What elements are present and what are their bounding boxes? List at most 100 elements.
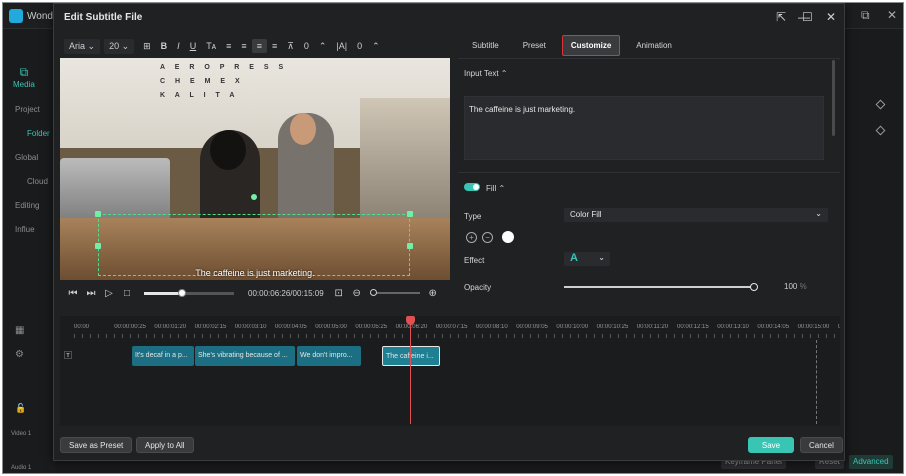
- lock-icon[interactable]: 🔓: [15, 403, 26, 414]
- media-tab[interactable]: ⧉ Media: [13, 65, 35, 89]
- align-center-selected-icon[interactable]: ≡: [251, 39, 267, 53]
- tab-customize[interactable]: Customize: [561, 34, 621, 56]
- underline-icon[interactable]: U: [185, 39, 202, 53]
- panel-item-cloud[interactable]: Cloud: [27, 177, 48, 186]
- subtitle-clip-selected[interactable]: The caffeine i...: [382, 346, 440, 366]
- opacity-knob[interactable]: [750, 283, 758, 291]
- cancel-button[interactable]: Cancel: [800, 437, 843, 453]
- opacity-slider[interactable]: [564, 283, 758, 291]
- app-close-icon[interactable]: ✕: [887, 8, 897, 22]
- subtitle-overlay[interactable]: The caffeine is just marketing.: [60, 268, 450, 278]
- fit-icon[interactable]: ⊡: [330, 288, 348, 299]
- input-text-label[interactable]: Input Text ⌃: [464, 69, 507, 78]
- panel-item-editing[interactable]: Editing: [15, 201, 39, 210]
- panel-item-global[interactable]: Global: [15, 153, 38, 162]
- align-center-icon[interactable]: ≡: [236, 39, 251, 53]
- panel-item-influence[interactable]: Influe: [15, 225, 35, 234]
- remove-color-icon[interactable]: −: [482, 232, 493, 243]
- line-spacing-icon[interactable]: |A|: [331, 39, 352, 53]
- align-justify-icon[interactable]: ≡: [267, 39, 282, 53]
- save-as-preset-button[interactable]: Save as Preset: [60, 437, 133, 453]
- ruler-label: 00:00:09:05: [516, 324, 548, 330]
- line-stepper-icon[interactable]: ⌃: [367, 39, 385, 54]
- seek-bar[interactable]: [144, 288, 234, 297]
- playhead[interactable]: [406, 316, 415, 424]
- advanced-button[interactable]: Advanced: [849, 455, 893, 469]
- stop-icon[interactable]: □: [118, 288, 136, 299]
- baseline-icon[interactable]: ⊼: [282, 39, 299, 54]
- effect-select[interactable]: A ⌄: [564, 252, 610, 266]
- app-left-panel: ⧉ Media Project Folder Global Cloud Editi…: [3, 29, 55, 473]
- resize-handle[interactable]: [407, 243, 413, 249]
- case-icon[interactable]: ⊞: [138, 39, 156, 54]
- subtitle-clip[interactable]: We don't impro...: [297, 346, 361, 366]
- save-button[interactable]: Save: [748, 437, 794, 453]
- pin-icon[interactable]: ⇱: [776, 10, 786, 24]
- close-icon[interactable]: ✕: [826, 10, 836, 24]
- rotate-handle[interactable]: [251, 194, 257, 200]
- tab-preset[interactable]: Preset: [515, 36, 554, 55]
- app-logo-icon: [9, 9, 23, 23]
- tab-subtitle[interactable]: Subtitle: [464, 36, 507, 55]
- settings-icon[interactable]: ⚙: [15, 349, 24, 360]
- subtitle-clip[interactable]: It's decaf in a p...: [132, 346, 194, 366]
- zoom-slider[interactable]: [369, 289, 420, 296]
- play-icon[interactable]: ▷: [100, 288, 118, 299]
- zoom-in-icon[interactable]: ⊕: [424, 288, 442, 299]
- tab-animation[interactable]: Animation: [628, 36, 680, 55]
- opacity-value[interactable]: 100 %: [784, 282, 807, 291]
- panel-item-project[interactable]: Project: [15, 105, 40, 114]
- font-size-select[interactable]: 20 ⌄: [104, 38, 135, 54]
- line-spacing-value[interactable]: 0: [352, 39, 367, 53]
- maximize-icon-visible[interactable]: ☐: [802, 10, 813, 24]
- ruler-label: 00:00:00:25: [114, 324, 146, 330]
- zoom-knob[interactable]: [369, 289, 377, 296]
- resize-handle[interactable]: [95, 243, 101, 249]
- text-size-icon[interactable]: Tᴀ: [201, 39, 221, 53]
- next-frame-icon[interactable]: ⏭: [82, 288, 100, 299]
- fill-toggle[interactable]: [464, 183, 480, 191]
- prev-frame-icon[interactable]: ⏮: [64, 288, 82, 299]
- font-select[interactable]: Aria ⌄: [64, 38, 101, 54]
- restore-icon[interactable]: ⧉: [861, 8, 870, 23]
- type-label: Type: [464, 212, 482, 221]
- subtitle-timeline[interactable]: 00:00 00:00:00:25 00:00:01:20 00:00:02:15 00…: [60, 316, 840, 426]
- ruler-label: 00:00:02:15: [194, 324, 227, 330]
- player-controls: ⏮ ⏭ ▷ □ 00:00:06:26/00:15:09 ⊡ ⊖ ⊕: [64, 284, 454, 302]
- apply-to-all-button[interactable]: Apply to All: [136, 437, 194, 453]
- spacing-value[interactable]: 0: [299, 39, 314, 53]
- input-text-field[interactable]: The caffeine is just marketing.: [464, 96, 824, 160]
- ruler-label: 00:00:13:10: [717, 324, 749, 330]
- preview-head: [290, 113, 316, 145]
- add-color-icon[interactable]: +: [466, 232, 477, 243]
- ruler-label: 00:00:07:15: [435, 324, 468, 330]
- bold-icon[interactable]: B: [156, 39, 173, 53]
- fill-color-swatch[interactable]: [502, 231, 514, 243]
- resize-handle[interactable]: [95, 211, 101, 217]
- subtitle-selection-box[interactable]: [98, 214, 410, 276]
- layout-icon[interactable]: ▦: [15, 325, 24, 336]
- spacing-stepper-icon[interactable]: ⌃: [314, 39, 332, 54]
- seek-knob[interactable]: [177, 288, 186, 297]
- fill-type-select[interactable]: Color Fill ⌄: [564, 208, 828, 222]
- video-preview[interactable]: A E R O P R E S S C H E M E X K A L I T …: [60, 58, 450, 280]
- resize-handle[interactable]: [407, 211, 413, 217]
- fill-label[interactable]: Fill ⌃: [486, 184, 505, 193]
- subtitle-clip[interactable]: She's vibrating because of ...: [195, 346, 295, 366]
- zoom-out-icon[interactable]: ⊖: [348, 288, 366, 299]
- ruler-label: 00:00:14:05: [757, 324, 790, 330]
- ruler-label: 00:00:05:25: [355, 324, 388, 330]
- preview-shelf: [360, 98, 450, 218]
- chevron-down-icon: ⌄: [598, 253, 605, 262]
- wall-sign: A E R O P R E S S: [160, 64, 288, 71]
- ruler-label: 00:00:04:05: [275, 324, 307, 330]
- edit-subtitle-dialog: Edit Subtitle File ⇱ — ☐ ✕ Aria ⌄ 20 ⌄ ⊞…: [53, 3, 845, 461]
- align-left-icon[interactable]: ≡: [221, 39, 236, 53]
- panel-item-folder[interactable]: Folder: [27, 129, 50, 138]
- ruler-label: 00:00:10:00: [556, 324, 589, 330]
- divider: [458, 172, 840, 173]
- ruler-label: 00:00:15:00: [797, 324, 830, 330]
- ruler-label: 00:00:08:10: [476, 324, 508, 330]
- italic-icon[interactable]: I: [172, 39, 185, 53]
- panel-scrollbar[interactable]: [832, 60, 835, 136]
